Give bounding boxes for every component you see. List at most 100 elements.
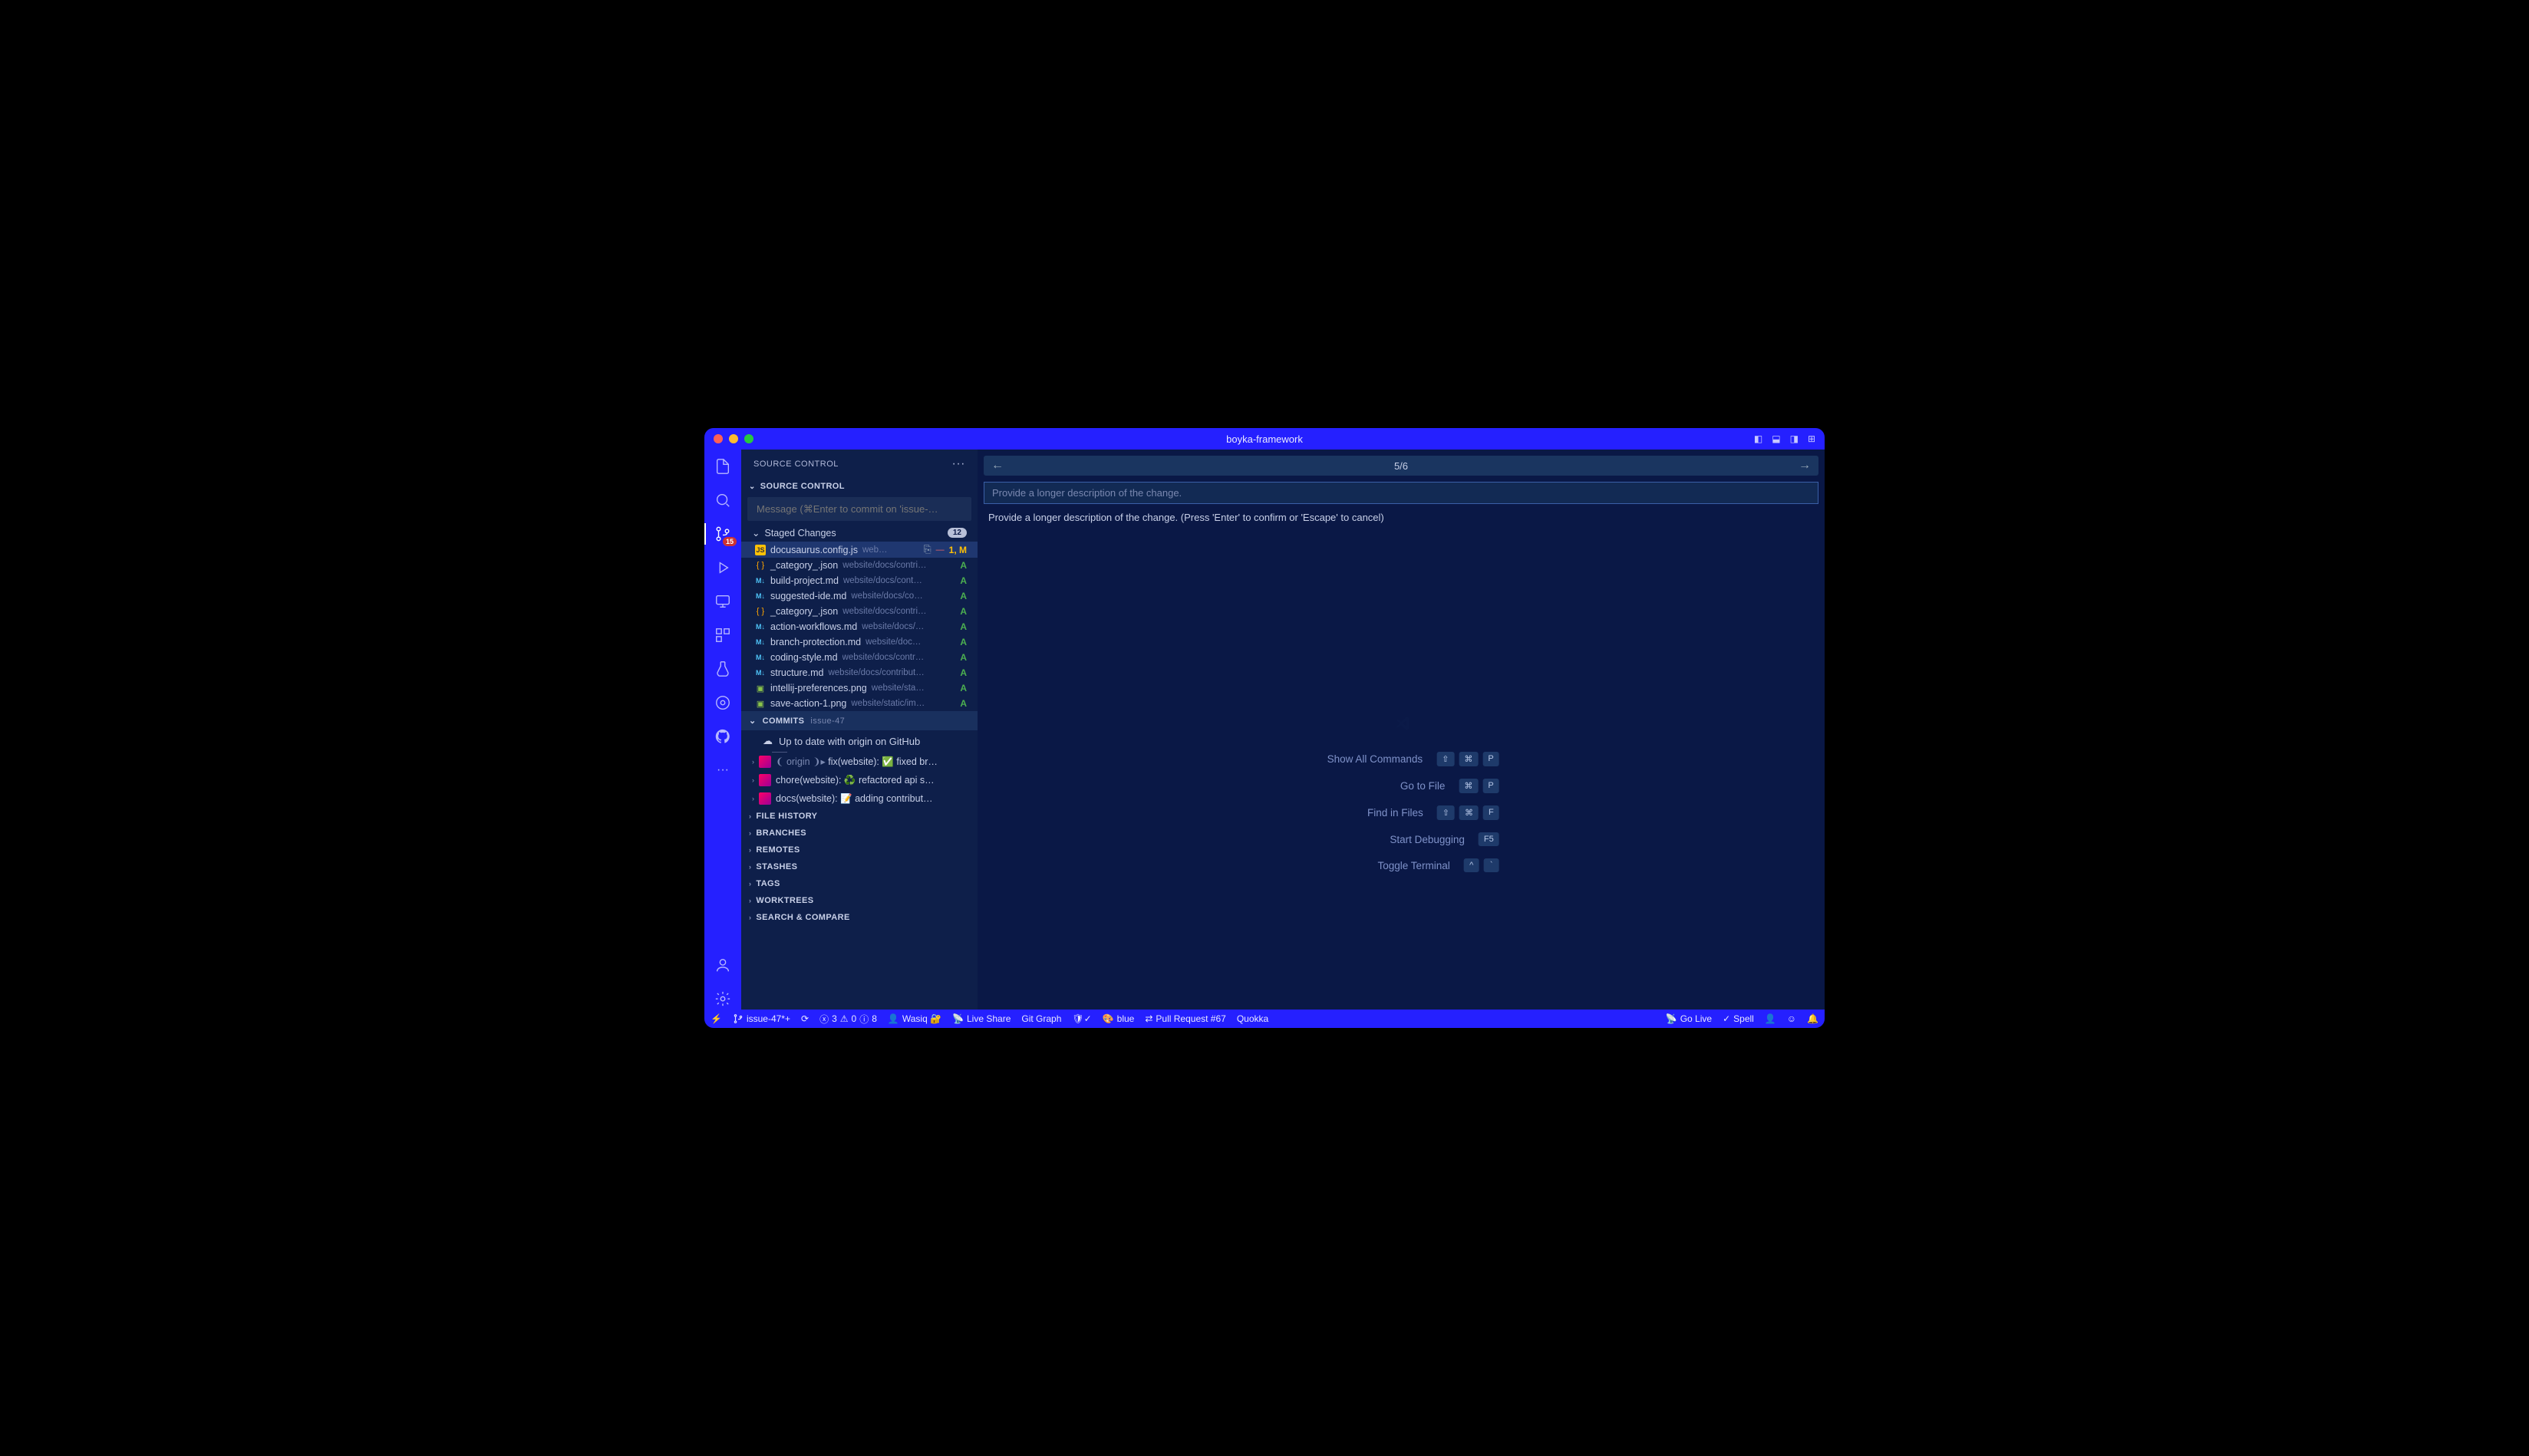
staged-changes-header[interactable]: ⌄ Staged Changes 12 bbox=[741, 524, 978, 542]
tree-section-branches[interactable]: ›BRANCHES bbox=[741, 825, 978, 842]
file-status: A bbox=[960, 683, 971, 693]
commit-row[interactable]: ›❨ origin ❩▸ fix(website): ✅ fixed br… bbox=[741, 753, 978, 771]
file-row[interactable]: M↓build-project.mdwebsite/docs/cont…A bbox=[741, 573, 978, 588]
commit-message-input[interactable] bbox=[747, 497, 971, 521]
sidebar-header: SOURCE CONTROL ··· bbox=[741, 450, 978, 479]
chevron-right-icon: › bbox=[749, 880, 751, 888]
file-name: structure.md bbox=[770, 667, 823, 678]
layout-bottom-icon[interactable]: ⬓ bbox=[1772, 433, 1780, 444]
file-row[interactable]: ▣intellij-preferences.pngwebsite/sta…A bbox=[741, 680, 978, 696]
branch-indicator[interactable]: issue-47*+ bbox=[733, 1013, 790, 1024]
key: F bbox=[1483, 805, 1499, 820]
file-path: website/static/im… bbox=[851, 699, 955, 708]
remote-icon[interactable] bbox=[712, 591, 734, 612]
layout-grid-icon[interactable]: ⊞ bbox=[1808, 433, 1815, 444]
file-path: web… bbox=[862, 545, 919, 555]
tree-section-remotes[interactable]: ›REMOTES bbox=[741, 842, 978, 858]
tree-section-file-history[interactable]: ›FILE HISTORY bbox=[741, 808, 978, 825]
file-path: website/docs/contri… bbox=[842, 607, 955, 616]
problems-indicator[interactable]: ⓧ 3 ⚠ 0 ⓘ 8 bbox=[819, 1013, 877, 1026]
gitgraph-button[interactable]: Git Graph bbox=[1021, 1013, 1061, 1024]
feedback-icon[interactable]: ☺ bbox=[1787, 1013, 1796, 1024]
more-icon[interactable]: ··· bbox=[712, 759, 734, 781]
file-row[interactable]: M↓coding-style.mdwebsite/docs/contr…A bbox=[741, 650, 978, 665]
gitlens-icon[interactable] bbox=[712, 692, 734, 713]
file-status: A bbox=[960, 652, 971, 663]
key: P bbox=[1482, 752, 1499, 766]
commit-row[interactable]: ›chore(website): ♻️ refactored api s… bbox=[741, 771, 978, 789]
copilot-icon[interactable]: 👤 bbox=[1765, 1013, 1776, 1024]
arrow-right-icon[interactable]: → bbox=[1799, 459, 1811, 473]
quokka-button[interactable]: Quokka bbox=[1237, 1013, 1268, 1024]
file-row[interactable]: JSdocusaurus.config.jsweb…⎘ —1, M bbox=[741, 542, 978, 558]
source-control-icon[interactable]: 15 bbox=[712, 523, 734, 545]
explorer-icon[interactable] bbox=[712, 456, 734, 477]
open-file-icon[interactable]: ⎘ bbox=[924, 544, 931, 555]
file-name: build-project.md bbox=[770, 575, 839, 586]
shield-icon[interactable]: 🛡✓ bbox=[1072, 1013, 1091, 1024]
close-icon[interactable] bbox=[714, 434, 723, 443]
tree-section-worktrees[interactable]: ›WORKTREES bbox=[741, 892, 978, 909]
tree-section-search-compare[interactable]: ›SEARCH & COMPARE bbox=[741, 909, 978, 926]
file-row[interactable]: M↓suggested-ide.mdwebsite/docs/co…A bbox=[741, 588, 978, 604]
file-path: website/docs/… bbox=[862, 622, 955, 631]
gear-icon[interactable] bbox=[712, 988, 734, 1010]
file-status: 1, M bbox=[949, 545, 971, 555]
file-name: docusaurus.config.js bbox=[770, 545, 858, 555]
file-row[interactable]: M↓structure.mdwebsite/docs/contribut…A bbox=[741, 665, 978, 680]
testing-icon[interactable] bbox=[712, 658, 734, 680]
key: ⇧ bbox=[1437, 805, 1455, 820]
pr-indicator[interactable]: ⇄ Pull Request #67 bbox=[1145, 1013, 1225, 1024]
sidebar: SOURCE CONTROL ··· ⌄ SOURCE CONTROL ⌄ St… bbox=[741, 450, 978, 1010]
liveshare-button[interactable]: 📡 Live Share bbox=[952, 1013, 1011, 1024]
theme-indicator[interactable]: 🎨 blue bbox=[1103, 1013, 1135, 1024]
account-icon[interactable] bbox=[712, 954, 734, 976]
debug-icon[interactable] bbox=[712, 557, 734, 578]
file-row[interactable]: M↓branch-protection.mdwebsite/doc…A bbox=[741, 634, 978, 650]
remote-indicator[interactable]: ⚡ bbox=[711, 1013, 722, 1024]
status-bar: ⚡ issue-47*+ ⟳ ⓧ 3 ⚠ 0 ⓘ 8 👤 Wasiq 🔐 📡 L… bbox=[704, 1010, 1825, 1028]
file-name: branch-protection.md bbox=[770, 637, 861, 647]
extensions-icon[interactable] bbox=[712, 624, 734, 646]
file-path: website/docs/cont… bbox=[843, 576, 955, 585]
key: ⌘ bbox=[1459, 805, 1479, 820]
bell-icon[interactable]: 🔔 bbox=[1807, 1013, 1818, 1024]
chevron-down-icon: ⌄ bbox=[749, 716, 757, 726]
maximize-icon[interactable] bbox=[744, 434, 753, 443]
file-status: A bbox=[960, 667, 971, 678]
user-indicator[interactable]: 👤 Wasiq 🔐 bbox=[888, 1013, 941, 1024]
search-icon[interactable] bbox=[712, 489, 734, 511]
commits-header[interactable]: ⌄ COMMITS issue-47 bbox=[741, 711, 978, 730]
file-row[interactable]: M↓action-workflows.mdwebsite/docs/…A bbox=[741, 619, 978, 634]
file-status: A bbox=[960, 698, 971, 709]
key: ` bbox=[1484, 858, 1499, 872]
title-layout-controls: ◧ ⬓ ◨ ⊞ bbox=[1754, 433, 1815, 444]
golive-button[interactable]: 📡 Go Live bbox=[1666, 1013, 1712, 1024]
sync-icon[interactable]: ⟳ bbox=[801, 1013, 809, 1024]
layout-right-icon[interactable]: ◨ bbox=[1790, 433, 1799, 444]
scm-badge: 15 bbox=[723, 537, 737, 546]
chevron-right-icon: › bbox=[749, 829, 751, 837]
editor-area: ← 5/6 → Provide a longer description of … bbox=[978, 450, 1825, 1010]
arrow-left-icon[interactable]: ← bbox=[991, 459, 1004, 473]
minimize-icon[interactable] bbox=[729, 434, 738, 443]
github-icon[interactable] bbox=[712, 726, 734, 747]
file-row[interactable]: ▣save-action-1.pngwebsite/static/im…A bbox=[741, 696, 978, 711]
vscode-watermark-icon bbox=[1394, 715, 1411, 736]
layout-left-icon[interactable]: ◧ bbox=[1754, 433, 1762, 444]
more-actions-icon[interactable]: ··· bbox=[952, 457, 965, 471]
chevron-down-icon: ⌄ bbox=[752, 527, 760, 539]
file-row[interactable]: { }_category_.jsonwebsite/docs/contri…A bbox=[741, 604, 978, 619]
chevron-right-icon: › bbox=[749, 812, 751, 820]
commit-row[interactable]: ›docs(website): 📝 adding contribut… bbox=[741, 789, 978, 808]
file-path: website/sta… bbox=[872, 684, 956, 693]
file-row[interactable]: { }_category_.jsonwebsite/docs/contri…A bbox=[741, 558, 978, 573]
description-input[interactable] bbox=[984, 482, 1818, 504]
spell-button[interactable]: ✓ Spell bbox=[1723, 1013, 1754, 1024]
tree-section-tags[interactable]: ›TAGS bbox=[741, 875, 978, 892]
section-source-control[interactable]: ⌄ SOURCE CONTROL bbox=[741, 479, 978, 494]
key: ⌘ bbox=[1459, 752, 1478, 766]
shortcut-row: Toggle Terminal^` bbox=[1327, 858, 1499, 872]
file-name: _category_.json bbox=[770, 606, 838, 617]
tree-section-stashes[interactable]: ›STASHES bbox=[741, 858, 978, 875]
